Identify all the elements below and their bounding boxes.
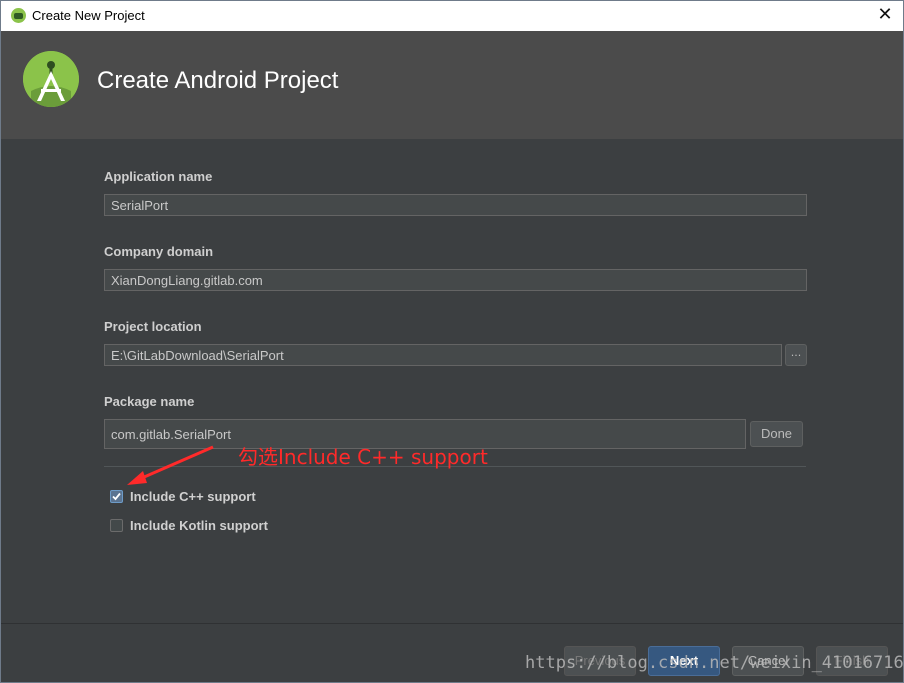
annotation-arrow-icon bbox=[127, 445, 214, 485]
android-studio-icon bbox=[11, 8, 26, 23]
header-banner: Create Android Project bbox=[1, 31, 903, 139]
include-kotlin-label: Include Kotlin support bbox=[130, 518, 268, 533]
company-domain-label: Company domain bbox=[104, 244, 214, 259]
application-name-label: Application name bbox=[104, 169, 213, 184]
include-cpp-checkbox[interactable] bbox=[110, 490, 123, 503]
package-name-label: Package name bbox=[104, 394, 195, 409]
include-kotlin-checkbox[interactable] bbox=[110, 519, 123, 532]
application-name-input[interactable]: SerialPort bbox=[104, 194, 807, 216]
title-bar: Create New Project ✕ bbox=[1, 1, 903, 31]
page-title: Create Android Project bbox=[97, 67, 339, 94]
done-button[interactable]: Done bbox=[750, 421, 803, 447]
create-project-window: Create New Project ✕ Create Android Proj… bbox=[0, 0, 904, 683]
browse-button[interactable]: ... bbox=[785, 344, 807, 366]
watermark: https://blog.csdn.net/weixin_41016716 bbox=[525, 653, 904, 673]
include-cpp-label: Include C++ support bbox=[130, 489, 256, 504]
project-location-input[interactable]: E:\GitLabDownload\SerialPort bbox=[104, 344, 782, 366]
window-title: Create New Project bbox=[32, 8, 145, 23]
company-domain-input[interactable]: XianDongLiang.gitlab.com bbox=[104, 269, 807, 291]
form-content: Application name SerialPort Company doma… bbox=[1, 139, 903, 623]
close-icon[interactable]: ✕ bbox=[875, 5, 895, 25]
project-location-label: Project location bbox=[104, 319, 202, 334]
android-studio-logo-icon bbox=[23, 51, 79, 107]
annotation-text: 勾选Include C++ support bbox=[238, 445, 488, 469]
